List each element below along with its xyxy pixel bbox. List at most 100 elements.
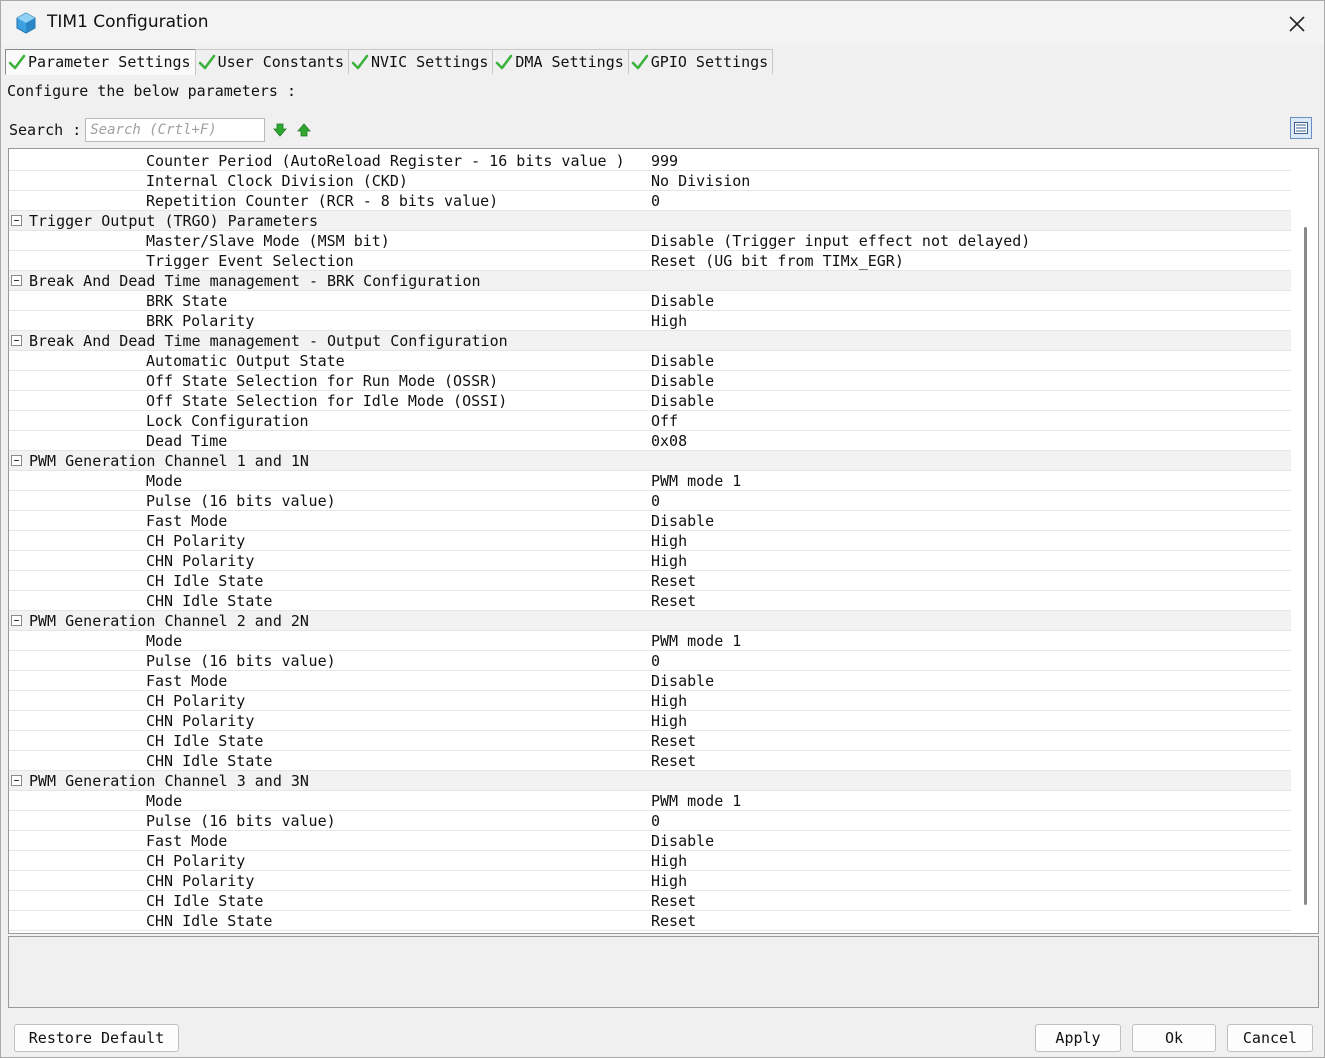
param-row[interactable]: CH Idle State Reset	[9, 731, 1291, 751]
param-row[interactable]: Pulse (16 bits value) 0	[9, 491, 1291, 511]
collapse-minus-icon[interactable]	[11, 275, 22, 286]
scrollbar-thumb[interactable]	[1304, 227, 1307, 905]
param-value[interactable]: High	[651, 532, 687, 550]
param-row[interactable]: Mode PWM mode 1	[9, 791, 1291, 811]
tab-user-constants[interactable]: User Constants	[194, 49, 349, 74]
view-toggle-button[interactable]	[1290, 117, 1312, 139]
param-row[interactable]: Trigger Event Selection Reset (UG bit fro…	[9, 251, 1291, 271]
param-value[interactable]: High	[651, 692, 687, 710]
param-value[interactable]: Reset	[651, 592, 696, 610]
param-value[interactable]: 0	[651, 492, 660, 510]
param-value[interactable]: 0	[651, 812, 660, 830]
tab-gpio-settings[interactable]: GPIO Settings	[627, 49, 774, 74]
param-value[interactable]: High	[651, 552, 687, 570]
param-value[interactable]: 0x08	[651, 432, 687, 450]
param-row[interactable]: Repetition Counter (RCR - 8 bits value) 0	[9, 191, 1291, 211]
param-value[interactable]: High	[651, 712, 687, 730]
param-value[interactable]: Disable	[651, 512, 714, 530]
param-value[interactable]: 0	[651, 652, 660, 670]
param-row[interactable]: CH Idle State Reset	[9, 891, 1291, 911]
param-value[interactable]: Off	[651, 412, 678, 430]
search-input[interactable]	[85, 118, 266, 142]
restore-default-button[interactable]: Restore Default	[14, 1024, 179, 1052]
param-value[interactable]: Reset	[651, 892, 696, 910]
param-value[interactable]: 999	[651, 152, 678, 170]
param-row[interactable]: BRK State Disable	[9, 291, 1291, 311]
param-value[interactable]: PWM mode 1	[651, 472, 741, 490]
param-row[interactable]: CH Polarity High	[9, 531, 1291, 551]
group-row[interactable]: PWM Generation Channel 1 and 1N	[9, 451, 1291, 471]
param-row[interactable]: Off State Selection for Run Mode (OSSR) D…	[9, 371, 1291, 391]
param-name: CHN Idle State	[146, 752, 273, 770]
param-value[interactable]: Disable	[651, 832, 714, 850]
param-row[interactable]: Master/Slave Mode (MSM bit) Disable (Trig…	[9, 231, 1291, 251]
param-row[interactable]: Off State Selection for Idle Mode (OSSI)…	[9, 391, 1291, 411]
param-value[interactable]: High	[651, 852, 687, 870]
param-row[interactable]: Fast Mode Disable	[9, 831, 1291, 851]
param-row[interactable]: Automatic Output State Disable	[9, 351, 1291, 371]
ok-button[interactable]: Ok	[1132, 1024, 1216, 1052]
param-row[interactable]: CH Idle State Reset	[9, 571, 1291, 591]
param-row[interactable]: Mode PWM mode 1	[9, 631, 1291, 651]
search-next-button[interactable]	[271, 121, 289, 139]
param-row[interactable]: CHN Polarity High	[9, 711, 1291, 731]
param-row[interactable]: CHN Idle State Reset	[9, 751, 1291, 771]
param-row[interactable]: CHN Idle State Reset	[9, 591, 1291, 611]
param-value[interactable]: Reset	[651, 572, 696, 590]
tab-dma-settings[interactable]: DMA Settings	[492, 49, 629, 74]
param-name: Repetition Counter (RCR - 8 bits value)	[146, 192, 499, 210]
param-value[interactable]: Reset	[651, 912, 696, 930]
collapse-minus-icon[interactable]	[11, 775, 22, 786]
param-value[interactable]: Reset	[651, 752, 696, 770]
param-value[interactable]: No Division	[651, 172, 750, 190]
param-row[interactable]: CHN Idle State Reset	[9, 911, 1291, 931]
param-row[interactable]: CHN Polarity High	[9, 871, 1291, 891]
tab-parameter-settings[interactable]: Parameter Settings	[5, 49, 196, 75]
param-value[interactable]: Disable	[651, 672, 714, 690]
param-row[interactable]: Fast Mode Disable	[9, 671, 1291, 691]
group-name: Break And Dead Time management - BRK Con…	[29, 272, 481, 290]
param-row[interactable]: Fast Mode Disable	[9, 511, 1291, 531]
collapse-minus-icon[interactable]	[11, 455, 22, 466]
param-name: Lock Configuration	[146, 412, 309, 430]
param-value[interactable]: High	[651, 872, 687, 890]
param-row[interactable]: CH Polarity High	[9, 851, 1291, 871]
param-row[interactable]: CHN Polarity High	[9, 551, 1291, 571]
group-row[interactable]: PWM Generation Channel 2 and 2N	[9, 611, 1291, 631]
search-prev-button[interactable]	[295, 121, 313, 139]
param-row[interactable]: Mode PWM mode 1	[9, 471, 1291, 491]
collapse-minus-icon[interactable]	[11, 215, 22, 226]
param-value[interactable]: 0	[651, 192, 660, 210]
param-name: Mode	[146, 632, 183, 650]
window-title: TIM1 Configuration	[47, 12, 209, 32]
param-value[interactable]: Disable (Trigger input effect not delaye…	[651, 232, 1030, 250]
param-value[interactable]: Disable	[651, 392, 714, 410]
group-row[interactable]: Break And Dead Time management - BRK Con…	[9, 271, 1291, 291]
param-row[interactable]: Pulse (16 bits value) 0	[9, 651, 1291, 671]
cancel-button[interactable]: Cancel	[1227, 1024, 1313, 1052]
tab-nvic-settings[interactable]: NVIC Settings	[348, 49, 494, 74]
param-value[interactable]: PWM mode 1	[651, 792, 741, 810]
close-button[interactable]	[1282, 9, 1312, 39]
param-row[interactable]: Internal Clock Division (CKD) No Division	[9, 171, 1291, 191]
param-row[interactable]: Pulse (16 bits value) 0	[9, 811, 1291, 831]
param-row[interactable]: Counter Period (AutoReload Register - 16…	[9, 151, 1291, 171]
group-row[interactable]: PWM Generation Channel 3 and 3N	[9, 771, 1291, 791]
param-row[interactable]: Dead Time 0x08	[9, 431, 1291, 451]
param-row[interactable]: Lock Configuration Off	[9, 411, 1291, 431]
vertical-scrollbar[interactable]	[1292, 149, 1318, 933]
apply-button[interactable]: Apply	[1035, 1024, 1121, 1052]
param-value[interactable]: PWM mode 1	[651, 632, 741, 650]
param-value[interactable]: Disable	[651, 352, 714, 370]
collapse-minus-icon[interactable]	[11, 615, 22, 626]
param-value[interactable]: Disable	[651, 292, 714, 310]
collapse-minus-icon[interactable]	[11, 335, 22, 346]
param-row[interactable]: BRK Polarity High	[9, 311, 1291, 331]
param-value[interactable]: Reset	[651, 732, 696, 750]
group-row[interactable]: Trigger Output (TRGO) Parameters	[9, 211, 1291, 231]
group-row[interactable]: Break And Dead Time management - Output …	[9, 331, 1291, 351]
param-value[interactable]: Disable	[651, 372, 714, 390]
param-value[interactable]: Reset (UG bit from TIMx_EGR)	[651, 252, 904, 270]
param-row[interactable]: CH Polarity High	[9, 691, 1291, 711]
param-value[interactable]: High	[651, 312, 687, 330]
